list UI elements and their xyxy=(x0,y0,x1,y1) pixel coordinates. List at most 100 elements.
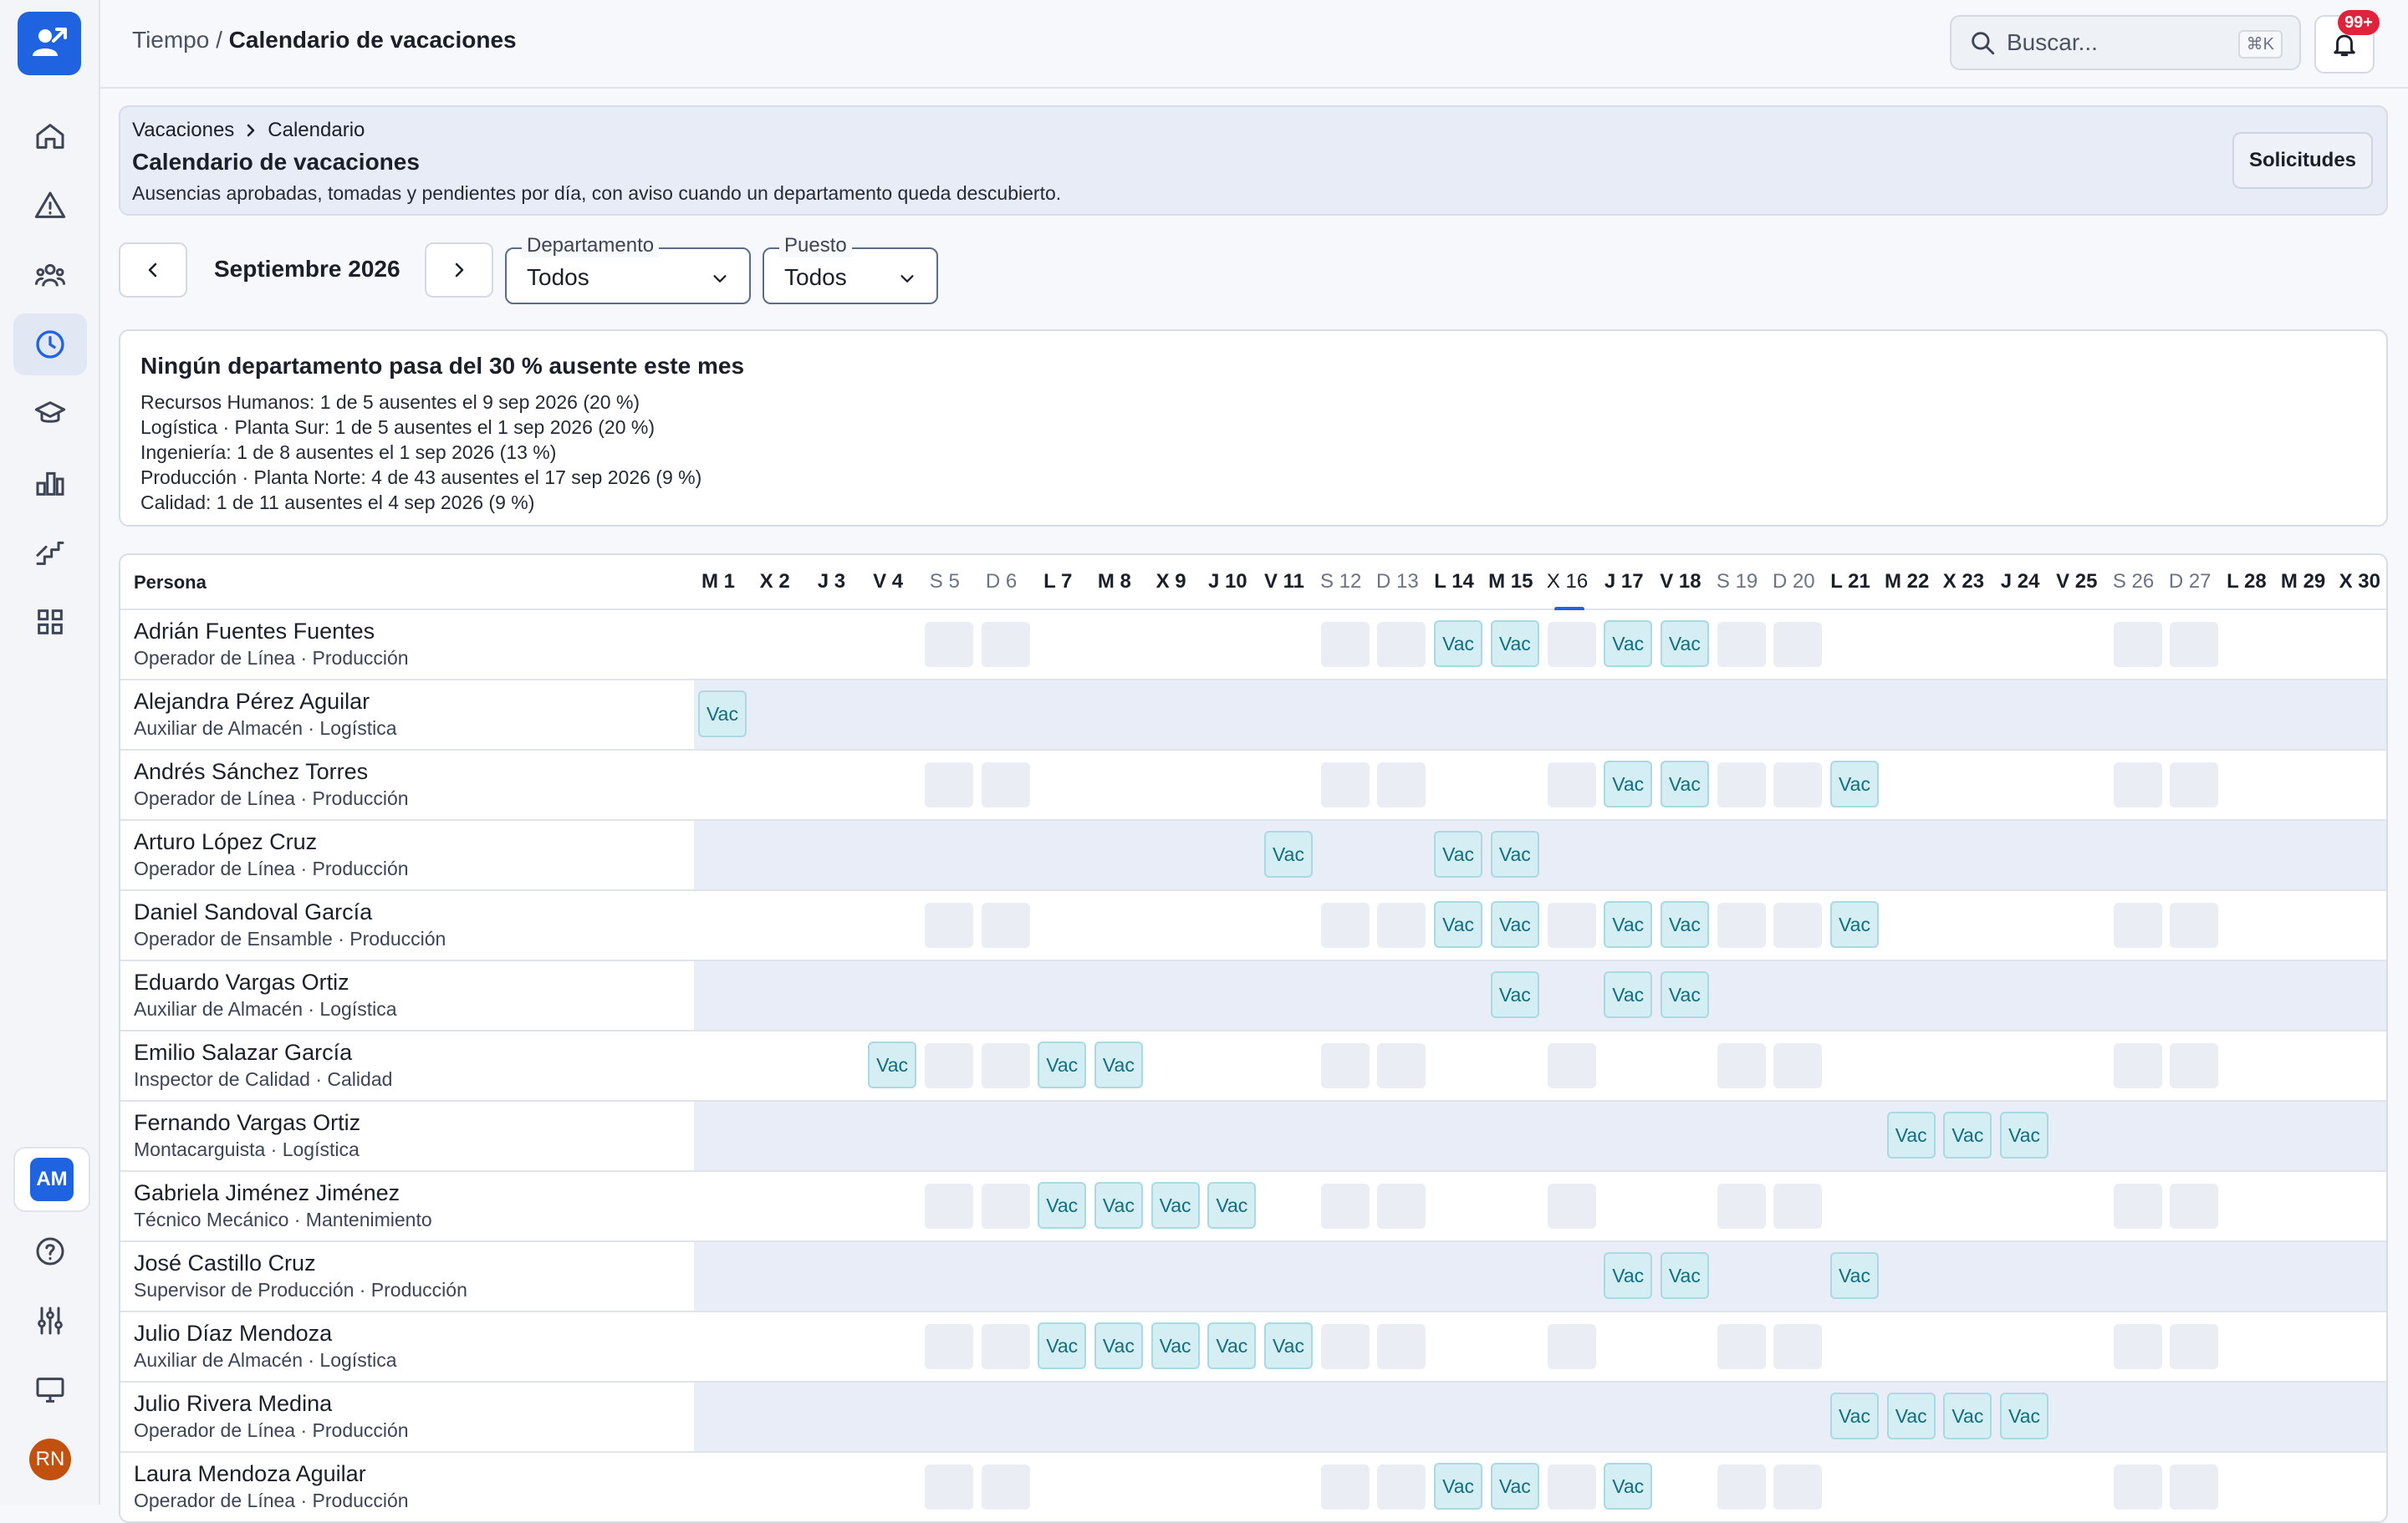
table-row[interactable]: Julio Rivera Medina Operador de Línea · P… xyxy=(120,1383,2386,1453)
vacation-chip[interactable]: Vac xyxy=(1207,1182,1257,1229)
non-working-day-cell xyxy=(924,1043,973,1088)
vacation-chip[interactable]: Vac xyxy=(1943,1393,1992,1439)
vacation-chip[interactable]: Vac xyxy=(1038,1182,1087,1229)
vacation-chip[interactable]: Vac xyxy=(1886,1112,1936,1159)
vacation-chip[interactable]: Vac xyxy=(698,690,747,737)
vacation-chip[interactable]: Vac xyxy=(1490,620,1539,667)
nav-apps[interactable] xyxy=(13,591,87,653)
table-row[interactable]: Gabriela Jiménez Jiménez Técnico Mecánico… xyxy=(120,1172,2386,1242)
nav-training[interactable] xyxy=(13,383,87,445)
vacation-chip[interactable]: Vac xyxy=(1490,901,1539,948)
person-name[interactable]: Adrián Fuentes Fuentes xyxy=(134,619,375,644)
table-row[interactable]: Alejandra Pérez Aguilar Auxiliar de Almac… xyxy=(120,680,2386,751)
user-menu[interactable]: RN xyxy=(13,1429,87,1490)
vacation-chip[interactable]: Vac xyxy=(1604,1463,1653,1510)
notifications-button[interactable]: 99+ xyxy=(2314,10,2380,74)
vacation-chip[interactable]: Vac xyxy=(1660,620,1709,667)
vacation-chip[interactable]: Vac xyxy=(1490,1463,1539,1510)
table-row[interactable]: Daniel Sandoval García Operador de Ensamb… xyxy=(120,891,2386,961)
vacation-chip[interactable]: Vac xyxy=(1604,761,1653,807)
nav-people[interactable] xyxy=(13,244,87,306)
person-name[interactable]: Eduardo Vargas Ortiz xyxy=(134,970,349,996)
vacation-chip[interactable]: Vac xyxy=(2000,1393,2049,1439)
person-name[interactable]: José Castillo Cruz xyxy=(134,1250,316,1276)
table-row[interactable]: Andrés Sánchez Torres Operador de Línea ·… xyxy=(120,751,2386,821)
non-working-day-cell xyxy=(1320,622,1370,667)
person-name[interactable]: Julio Díaz Mendoza xyxy=(134,1321,332,1347)
table-row[interactable]: Emilio Salazar García Inspector de Calida… xyxy=(120,1031,2386,1102)
vacation-chip[interactable]: Vac xyxy=(1660,901,1709,948)
position-select[interactable]: Puesto Todos xyxy=(763,234,938,304)
vacation-chip[interactable]: Vac xyxy=(1264,831,1313,878)
table-row[interactable]: Adrián Fuentes Fuentes Operador de Línea … xyxy=(120,610,2386,680)
vacation-chip[interactable]: Vac xyxy=(1830,901,1879,948)
vacation-chip[interactable]: Vac xyxy=(2000,1112,2049,1159)
vacation-chip[interactable]: Vac xyxy=(1150,1322,1200,1369)
display-button[interactable] xyxy=(13,1359,87,1421)
nav-incidents[interactable] xyxy=(13,175,87,237)
next-month-button[interactable] xyxy=(425,242,493,298)
vacation-chip[interactable]: Vac xyxy=(1434,901,1483,948)
vacation-chip[interactable]: Vac xyxy=(1434,620,1483,667)
prev-month-button[interactable] xyxy=(119,242,187,298)
person-name[interactable]: Alejandra Pérez Aguilar xyxy=(134,689,370,715)
settings-button[interactable] xyxy=(13,1290,87,1352)
vacation-chip[interactable]: Vac xyxy=(1830,1252,1879,1299)
vacation-chip[interactable]: Vac xyxy=(1490,831,1539,878)
table-row[interactable]: Fernando Vargas Ortiz Montacarguista · Lo… xyxy=(120,1102,2386,1172)
solicitudes-button[interactable]: Solicitudes xyxy=(2232,132,2373,189)
person-name[interactable]: Fernando Vargas Ortiz xyxy=(134,1110,360,1136)
non-working-day-cell xyxy=(1547,762,1596,807)
vacation-chip[interactable]: Vac xyxy=(1434,831,1483,878)
table-row[interactable]: Arturo López Cruz Operador de Línea · Pro… xyxy=(120,821,2386,891)
search-input[interactable]: Buscar... ⌘K xyxy=(1950,15,2301,70)
nav-home[interactable] xyxy=(13,105,87,167)
day-header: V 18 xyxy=(1660,570,1701,593)
app-logo-icon[interactable] xyxy=(18,12,81,75)
vacation-chip[interactable]: Vac xyxy=(1490,971,1539,1018)
vacation-chip[interactable]: Vac xyxy=(868,1042,917,1088)
person-name[interactable]: Gabriela Jiménez Jiménez xyxy=(134,1180,400,1206)
vacation-chip[interactable]: Vac xyxy=(1094,1182,1143,1229)
career-steps-icon xyxy=(36,541,64,565)
vacation-chip[interactable]: Vac xyxy=(1660,1252,1709,1299)
vacation-chip[interactable]: Vac xyxy=(1207,1322,1257,1369)
vacation-chip[interactable]: Vac xyxy=(1604,1252,1653,1299)
vacation-chip[interactable]: Vac xyxy=(1434,1463,1483,1510)
department-select[interactable]: Departamento Todos xyxy=(505,234,751,304)
workspace-switcher[interactable]: AM xyxy=(13,1147,90,1212)
person-name[interactable]: Andrés Sánchez Torres xyxy=(134,759,368,785)
person-name[interactable]: Julio Rivera Medina xyxy=(134,1391,332,1417)
table-row[interactable]: Eduardo Vargas Ortiz Auxiliar de Almacén … xyxy=(120,961,2386,1031)
vacation-chip[interactable]: Vac xyxy=(1660,761,1709,807)
table-row[interactable]: Julio Díaz Mendoza Auxiliar de Almacén · … xyxy=(120,1312,2386,1383)
vacation-chip[interactable]: Vac xyxy=(1038,1042,1087,1088)
nav-reports[interactable] xyxy=(13,452,87,514)
person-name[interactable]: Emilio Salazar García xyxy=(134,1040,352,1066)
breadcrumb: Vacaciones Calendario xyxy=(132,119,365,142)
day-cells: Vac Vac Vac xyxy=(694,751,2386,819)
vacation-chip[interactable]: Vac xyxy=(1604,620,1653,667)
person-name[interactable]: Daniel Sandoval García xyxy=(134,899,372,925)
vacation-chip[interactable]: Vac xyxy=(1604,901,1653,948)
vacation-chip[interactable]: Vac xyxy=(1264,1322,1313,1369)
person-name[interactable]: Arturo López Cruz xyxy=(134,829,317,855)
nav-career[interactable] xyxy=(13,522,87,583)
vacation-chip[interactable]: Vac xyxy=(1830,1393,1879,1439)
vacation-chip[interactable]: Vac xyxy=(1038,1322,1087,1369)
breadcrumb-vacaciones[interactable]: Vacaciones xyxy=(132,119,234,142)
vacation-chip[interactable]: Vac xyxy=(1150,1182,1200,1229)
vacation-chip[interactable]: Vac xyxy=(1604,971,1653,1018)
vacation-chip[interactable]: Vac xyxy=(1094,1322,1143,1369)
table-row[interactable]: Laura Mendoza Aguilar Operador de Línea ·… xyxy=(120,1453,2386,1521)
person-name[interactable]: Laura Mendoza Aguilar xyxy=(134,1461,366,1487)
vacation-chip[interactable]: Vac xyxy=(1830,761,1879,807)
vacation-chip[interactable]: Vac xyxy=(1660,971,1709,1018)
nav-time[interactable] xyxy=(13,313,87,375)
vacation-chip[interactable]: Vac xyxy=(1943,1112,1992,1159)
help-button[interactable] xyxy=(13,1220,87,1282)
table-row[interactable]: José Castillo Cruz Supervisor de Producci… xyxy=(120,1242,2386,1312)
vacation-chip[interactable]: Vac xyxy=(1886,1393,1936,1439)
vacation-chip[interactable]: Vac xyxy=(1094,1042,1143,1088)
breadcrumb-parent[interactable]: Tiempo xyxy=(132,27,209,53)
